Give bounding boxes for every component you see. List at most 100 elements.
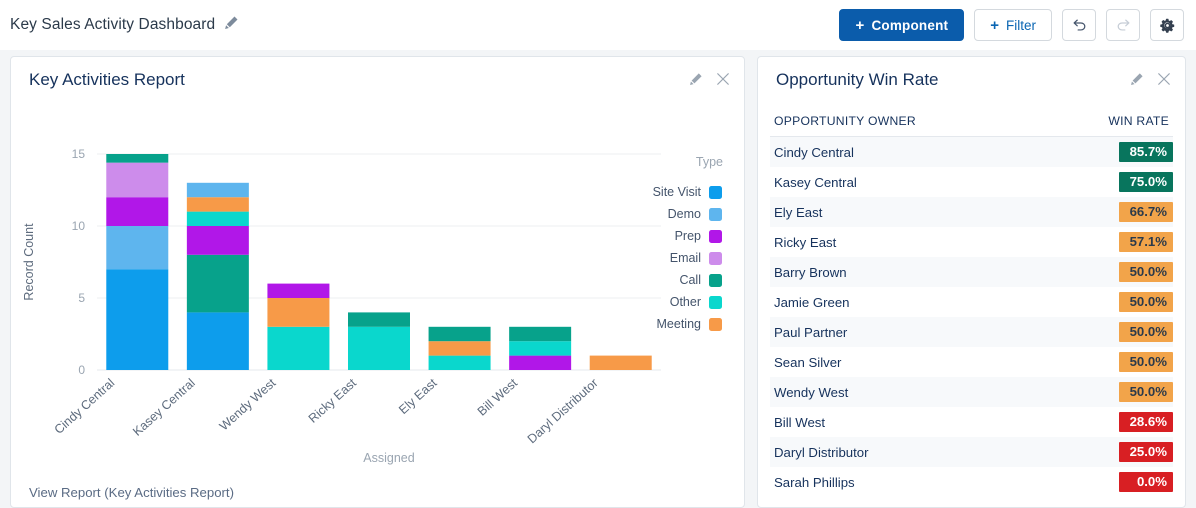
table-head: OPPORTUNITY OWNER WIN RATE (770, 107, 1173, 137)
win-rate-badge: 50.0% (1119, 262, 1173, 282)
bar-segment[interactable] (187, 212, 249, 226)
bar-segment[interactable] (267, 298, 329, 327)
cell-win-rate: 50.0% (1046, 287, 1173, 317)
add-filter-label: Filter (1006, 18, 1036, 33)
legend-label[interactable]: Prep (675, 229, 701, 243)
win-rate-badge: 66.7% (1119, 202, 1173, 222)
add-component-button[interactable]: + Component (839, 9, 964, 41)
bar-segment[interactable] (348, 327, 410, 370)
card-header: Key Activities Report (11, 57, 744, 99)
legend-swatch[interactable] (709, 274, 722, 287)
legend-label[interactable]: Other (670, 295, 701, 309)
table-row[interactable]: Ely East 66.7% (770, 197, 1173, 227)
cell-win-rate: 57.1% (1046, 227, 1173, 257)
table-row[interactable]: Paul Partner50.0% (770, 317, 1173, 347)
card-title: Opportunity Win Rate (776, 71, 939, 88)
bar-segment[interactable] (348, 312, 410, 326)
bar-segment[interactable] (106, 154, 168, 163)
cell-opportunity-owner: Barry Brown (770, 257, 1046, 287)
bar-segment[interactable] (187, 255, 249, 313)
bar-segment[interactable] (187, 312, 249, 370)
view-report-link[interactable]: View Report (Key Activities Report) (29, 485, 234, 500)
column-header-owner[interactable]: OPPORTUNITY OWNER (770, 107, 1046, 137)
add-filter-button[interactable]: + Filter (974, 9, 1052, 41)
legend-swatch[interactable] (709, 230, 722, 243)
x-axis-tick-label: Cindy Central (52, 376, 118, 437)
bar-segment[interactable] (267, 327, 329, 370)
cell-opportunity-owner: Ely East (770, 197, 1046, 227)
x-axis-tick-label: Wendy West (217, 375, 279, 433)
table-row[interactable]: Cindy Central85.7% (770, 137, 1173, 168)
add-component-label: Component (871, 18, 948, 33)
table-row[interactable]: Ricky East57.1% (770, 227, 1173, 257)
cell-opportunity-owner: Bill West (770, 407, 1046, 437)
legend-swatch[interactable] (709, 252, 722, 265)
legend-label[interactable]: Email (670, 251, 701, 265)
bar-segment[interactable] (509, 356, 571, 370)
win-rate-table: OPPORTUNITY OWNER WIN RATE Cindy Central… (770, 107, 1173, 497)
cell-win-rate: 66.7% (1046, 197, 1173, 227)
table-row[interactable]: Daryl Distributor 25.0% (770, 437, 1173, 467)
cell-opportunity-owner: Daryl Distributor (770, 437, 1046, 467)
bar-segment[interactable] (187, 197, 249, 211)
redo-arrow-icon (1115, 17, 1132, 34)
redo-button[interactable] (1106, 9, 1140, 41)
bar-segment[interactable] (429, 356, 491, 370)
table-row[interactable]: Wendy West50.0% (770, 377, 1173, 407)
cell-opportunity-owner: Sean Silver (770, 347, 1046, 377)
bar-segment[interactable] (509, 327, 571, 341)
edit-dashboard-title-icon[interactable] (224, 15, 239, 35)
legend-label[interactable]: Site Visit (653, 185, 702, 199)
table-row[interactable]: Sarah Phillips0.0% (770, 467, 1173, 497)
edit-component-icon[interactable] (1130, 72, 1144, 91)
dashboard-canvas: Key Activities Report 051015Record Count… (0, 50, 1196, 508)
key-activities-report-card: Key Activities Report 051015Record Count… (10, 56, 745, 508)
table-header-row: OPPORTUNITY OWNER WIN RATE (770, 107, 1173, 137)
card-header: Opportunity Win Rate (758, 57, 1185, 99)
legend-swatch[interactable] (709, 296, 722, 309)
win-rate-badge: 57.1% (1119, 232, 1173, 252)
cell-win-rate: 85.7% (1046, 137, 1173, 168)
bar-segment[interactable] (106, 163, 168, 198)
cell-opportunity-owner: Cindy Central (770, 137, 1046, 168)
close-component-icon[interactable] (1157, 72, 1171, 91)
table-row[interactable]: Bill West28.6% (770, 407, 1173, 437)
plus-icon: + (990, 18, 999, 33)
bar-segment[interactable] (267, 284, 329, 298)
table-row[interactable]: Jamie Green50.0% (770, 287, 1173, 317)
legend-swatch[interactable] (709, 318, 722, 331)
legend-swatch[interactable] (709, 208, 722, 221)
win-rate-badge: 50.0% (1119, 352, 1173, 372)
bar-segment[interactable] (429, 327, 491, 341)
bar-segment[interactable] (429, 341, 491, 355)
legend-label[interactable]: Call (679, 273, 701, 287)
x-axis-tick-label: Daryl Distributor (525, 376, 601, 446)
cell-win-rate: 28.6% (1046, 407, 1173, 437)
table-row[interactable]: Sean Silver 50.0% (770, 347, 1173, 377)
bar-segment[interactable] (187, 226, 249, 255)
bar-segment[interactable] (590, 356, 652, 370)
column-header-win-rate[interactable]: WIN RATE (1046, 107, 1173, 137)
opportunity-win-rate-card: Opportunity Win Rate OPPORTUNITY OWNER W… (757, 56, 1186, 508)
legend-label[interactable]: Meeting (657, 317, 702, 331)
bar-segment[interactable] (106, 269, 168, 370)
legend-label[interactable]: Demo (668, 207, 701, 221)
close-component-icon[interactable] (716, 72, 730, 91)
edit-component-icon[interactable] (689, 72, 703, 91)
win-rate-table-wrapper: OPPORTUNITY OWNER WIN RATE Cindy Central… (758, 99, 1185, 497)
win-rate-badge: 25.0% (1119, 442, 1173, 462)
stacked-bar-chart[interactable]: 051015Record CountCindy CentralKasey Cen… (11, 99, 744, 469)
bar-segment[interactable] (106, 197, 168, 226)
dashboard-settings-button[interactable] (1150, 9, 1184, 41)
table-row[interactable]: Barry Brown 50.0% (770, 257, 1173, 287)
y-axis-tick-label: 10 (72, 219, 86, 233)
table-row[interactable]: Kasey Central75.0% (770, 167, 1173, 197)
win-rate-badge: 50.0% (1119, 382, 1173, 402)
undo-button[interactable] (1062, 9, 1096, 41)
bar-segment[interactable] (187, 183, 249, 197)
top-toolbar: Key Sales Activity Dashboard + Component… (0, 0, 1196, 50)
bar-segment[interactable] (509, 341, 571, 355)
legend-swatch[interactable] (709, 186, 722, 199)
legend-title: Type (696, 155, 723, 169)
bar-segment[interactable] (106, 226, 168, 269)
